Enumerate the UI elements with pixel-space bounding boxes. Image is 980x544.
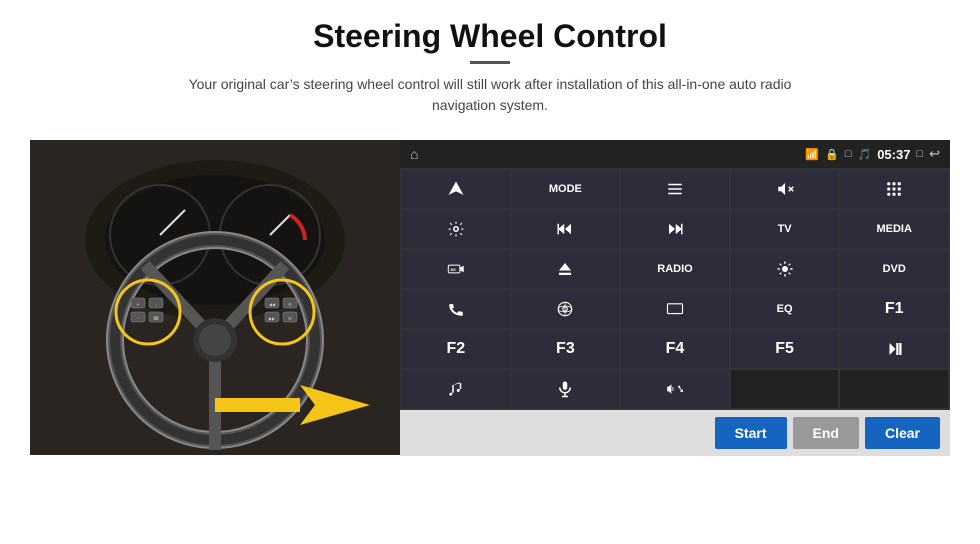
svg-text:◀◀: ◀◀ bbox=[269, 302, 276, 307]
f2-label: F2 bbox=[446, 340, 465, 358]
svg-text:☎: ☎ bbox=[153, 316, 159, 322]
start-button[interactable]: Start bbox=[715, 417, 787, 449]
media-button[interactable]: MEDIA bbox=[840, 210, 948, 248]
f4-label: F4 bbox=[666, 340, 685, 358]
f4-button[interactable]: F4 bbox=[621, 330, 729, 368]
media-label: MEDIA bbox=[876, 223, 911, 235]
f5-label: F5 bbox=[775, 340, 794, 358]
apps-button[interactable] bbox=[840, 170, 948, 208]
playpause-icon bbox=[885, 340, 903, 358]
next-button[interactable] bbox=[621, 210, 729, 248]
empty-cell-1 bbox=[731, 370, 839, 408]
svg-text:▶▶: ▶▶ bbox=[269, 316, 276, 321]
home-icon[interactable]: ⌂ bbox=[410, 146, 418, 162]
phone-button[interactable] bbox=[402, 290, 510, 328]
f5-button[interactable]: F5 bbox=[731, 330, 839, 368]
bt-icon: 🎵 bbox=[857, 148, 871, 161]
svg-text:⊗: ⊗ bbox=[288, 316, 292, 322]
eq-label: EQ bbox=[777, 303, 793, 315]
list-button[interactable] bbox=[621, 170, 729, 208]
back-icon[interactable]: ↩ bbox=[929, 146, 940, 162]
gps-icon bbox=[556, 300, 574, 318]
page-title: Steering Wheel Control bbox=[160, 18, 820, 55]
status-bar: ⌂ 📶 🔒 □ 🎵 05:37 □ ↩ bbox=[400, 140, 950, 168]
clear-button[interactable]: Clear bbox=[865, 417, 940, 449]
sd-icon: □ bbox=[845, 148, 852, 160]
eq-button[interactable]: EQ bbox=[731, 290, 839, 328]
f3-label: F3 bbox=[556, 340, 575, 358]
eject-icon bbox=[556, 260, 574, 278]
playpause-button[interactable] bbox=[840, 330, 948, 368]
buttons-grid: MODE bbox=[400, 168, 950, 410]
radio-button[interactable]: RADIO bbox=[621, 250, 729, 288]
dvd-label: DVD bbox=[883, 263, 906, 275]
music-icon bbox=[447, 380, 465, 398]
vol-phone-button[interactable] bbox=[621, 370, 729, 408]
control-panel: ⌂ 📶 🔒 □ 🎵 05:37 □ ↩ M bbox=[400, 140, 950, 456]
list-icon bbox=[666, 180, 684, 198]
status-time: 05:37 bbox=[877, 147, 910, 162]
prev-icon bbox=[556, 220, 574, 238]
cam360-icon: 360 bbox=[447, 260, 465, 278]
title-divider bbox=[470, 61, 510, 64]
phone-icon bbox=[447, 300, 465, 318]
vol-phone-icon bbox=[666, 380, 684, 398]
mode-button[interactable]: MODE bbox=[512, 170, 620, 208]
wifi-icon: 📶 bbox=[805, 148, 819, 161]
mute-icon bbox=[776, 180, 794, 198]
svg-text:+: + bbox=[137, 302, 140, 308]
radio-label: RADIO bbox=[657, 263, 692, 275]
status-icons: 📶 🔒 □ 🎵 05:37 □ ↩ bbox=[805, 146, 940, 162]
eject-button[interactable] bbox=[512, 250, 620, 288]
lock-icon: 🔒 bbox=[825, 148, 839, 161]
f3-button[interactable]: F3 bbox=[512, 330, 620, 368]
f1-button[interactable]: F1 bbox=[840, 290, 948, 328]
f1-label: F1 bbox=[885, 300, 904, 318]
dvd-button[interactable]: DVD bbox=[840, 250, 948, 288]
nav-icon bbox=[447, 180, 465, 198]
end-button[interactable]: End bbox=[793, 417, 859, 449]
screen-icon bbox=[666, 300, 684, 318]
svg-text:360: 360 bbox=[450, 268, 456, 272]
gps-button[interactable] bbox=[512, 290, 620, 328]
apps-icon bbox=[885, 180, 903, 198]
screen-icon: □ bbox=[916, 148, 923, 160]
cam360-button[interactable]: 360 bbox=[402, 250, 510, 288]
status-left: ⌂ bbox=[410, 146, 418, 162]
empty-cell-2 bbox=[840, 370, 948, 408]
brightness-icon bbox=[776, 260, 794, 278]
screen-button[interactable] bbox=[621, 290, 729, 328]
mic-icon bbox=[556, 380, 574, 398]
next-icon bbox=[666, 220, 684, 238]
nav-button[interactable] bbox=[402, 170, 510, 208]
subtitle: Your original car’s steering wheel contr… bbox=[160, 74, 820, 116]
action-bar: Start End Clear bbox=[400, 410, 950, 456]
svg-text:⊕: ⊕ bbox=[288, 302, 292, 308]
f2-button[interactable]: F2 bbox=[402, 330, 510, 368]
mute-button[interactable] bbox=[731, 170, 839, 208]
settings-icon bbox=[447, 220, 465, 238]
steering-wheel-image: + - ♪ ☎ ◀◀ ▶▶ ⊕ ⊗ bbox=[30, 140, 400, 455]
tv-button[interactable]: TV bbox=[731, 210, 839, 248]
settings-button[interactable] bbox=[402, 210, 510, 248]
mode-label: MODE bbox=[549, 183, 582, 195]
prev-button[interactable] bbox=[512, 210, 620, 248]
tv-label: TV bbox=[778, 223, 792, 235]
mic-button[interactable] bbox=[512, 370, 620, 408]
svg-text:♪: ♪ bbox=[155, 302, 157, 307]
brightness-button[interactable] bbox=[731, 250, 839, 288]
music-button[interactable] bbox=[402, 370, 510, 408]
